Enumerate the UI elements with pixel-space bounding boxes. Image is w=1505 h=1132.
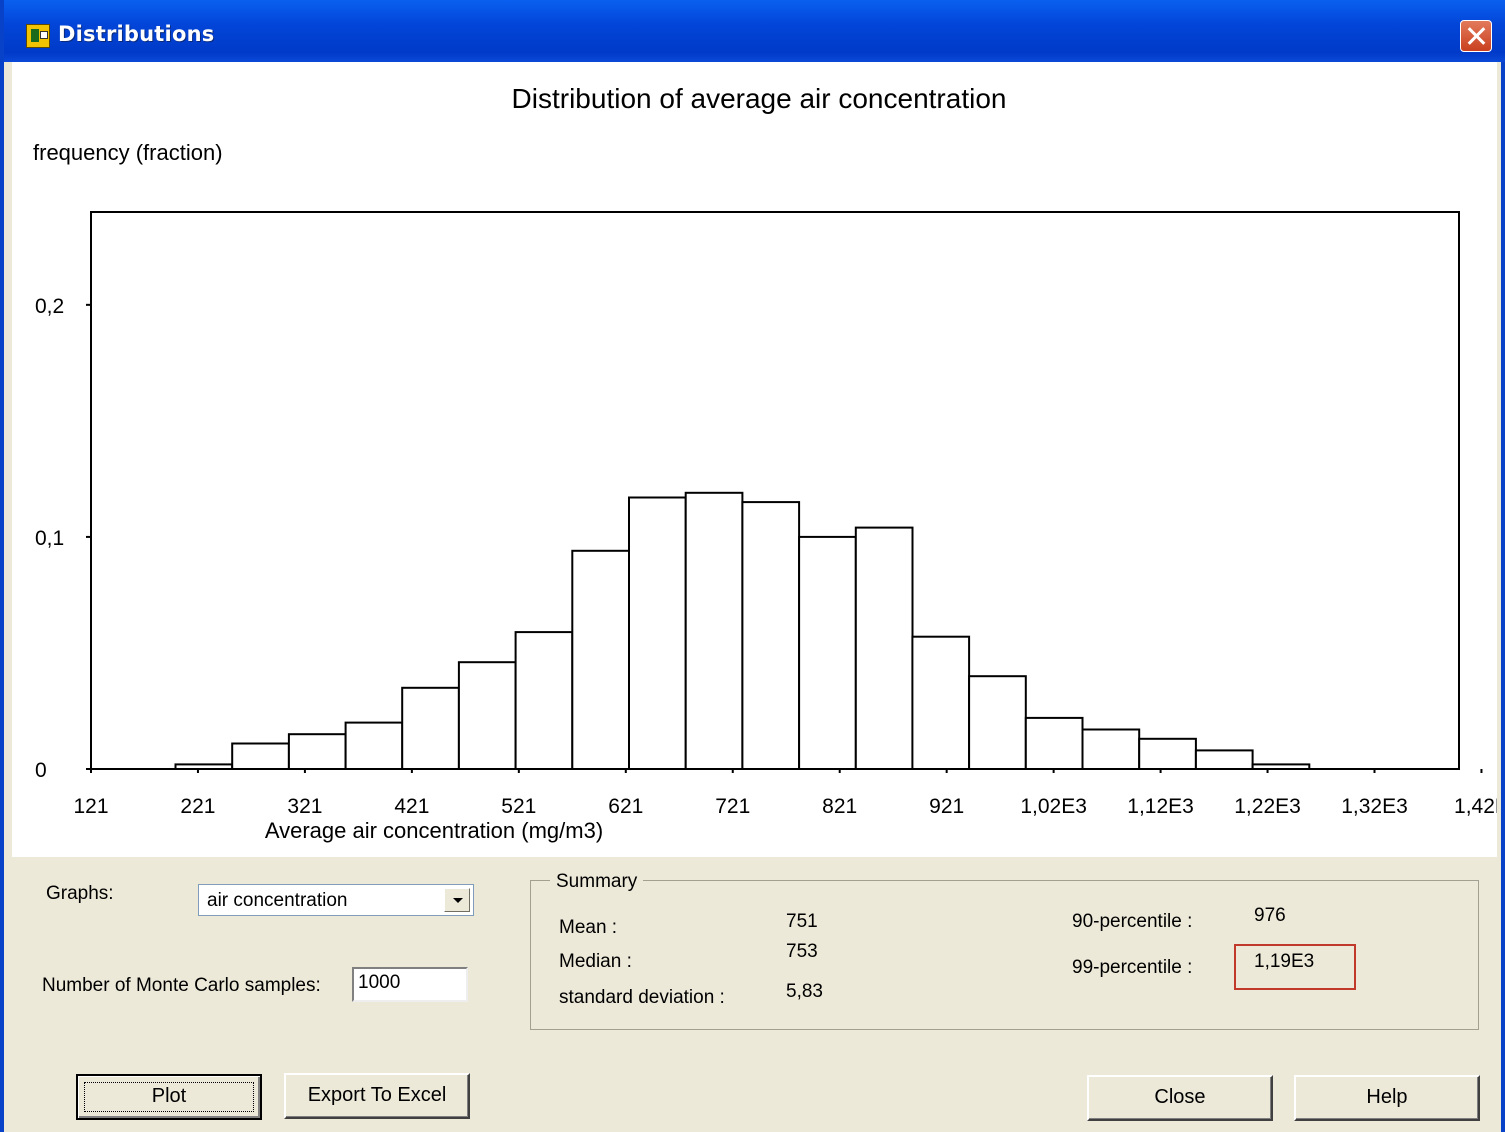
histogram-bar — [174, 763, 234, 771]
x-tick-label: 521 — [501, 795, 536, 818]
histogram-bar — [628, 496, 687, 770]
monte-carlo-label: Number of Monte Carlo samples: — [42, 975, 321, 996]
y-axis-label: frequency (fraction) — [33, 140, 223, 165]
median-value: 753 — [786, 941, 818, 962]
p99-label: 99-percentile : — [1072, 957, 1193, 978]
x-tick-label: 1,12E3 — [1127, 795, 1194, 818]
y-tick-label: 0,2 — [35, 295, 64, 318]
x-tick-label: 921 — [929, 795, 964, 818]
p99-value: 1,19E3 — [1254, 951, 1315, 972]
std-dev-label: standard deviation : — [559, 987, 725, 1008]
median-label: Median : — [559, 951, 632, 972]
histogram-chart: Distribution of average air concentratio… — [33, 83, 1497, 843]
chart-title: Distribution of average air concentratio… — [512, 83, 1007, 114]
plot-panel: Distribution of average air concentratio… — [12, 62, 1497, 857]
histogram-bar — [684, 491, 744, 770]
summary-legend: Summary — [550, 871, 644, 893]
x-tick-label: 1,22E3 — [1234, 795, 1301, 818]
x-tick-label: 1,42E — [1454, 795, 1497, 818]
x-tick-label: 821 — [822, 795, 857, 818]
histogram-bar — [231, 742, 290, 770]
histogram-bar — [1194, 749, 1254, 771]
mean-value: 751 — [786, 911, 818, 932]
x-tick-label: 321 — [287, 795, 322, 818]
histogram-bar — [1081, 728, 1141, 770]
histogram-bar — [968, 675, 1027, 771]
mean-label: Mean : — [559, 917, 618, 938]
close-window-icon[interactable] — [1460, 20, 1492, 52]
x-tick-label: 1,32E3 — [1341, 795, 1408, 818]
x-tick-label: 621 — [608, 795, 643, 818]
window-title: Distributions — [58, 22, 215, 46]
x-tick-label: 1,02E3 — [1020, 795, 1087, 818]
close-button[interactable]: Close — [1087, 1075, 1273, 1121]
dropdown-arrow-icon[interactable] — [444, 888, 470, 912]
app-icon — [26, 24, 50, 48]
x-tick-label: 221 — [180, 795, 215, 818]
histogram-bar — [401, 686, 460, 770]
histogram-bar — [344, 721, 404, 770]
monte-carlo-samples-input[interactable]: 1000 — [352, 967, 468, 1002]
histogram-bar — [798, 535, 857, 770]
std-dev-value: 5,83 — [786, 981, 823, 1002]
histogram-bar — [457, 661, 517, 771]
histogram-bar — [1024, 716, 1084, 771]
p90-label: 90-percentile : — [1072, 911, 1193, 932]
histogram-bar — [287, 733, 347, 771]
x-tick-label: 721 — [715, 795, 750, 818]
x-tick-label: 421 — [394, 795, 429, 818]
graphs-selected-value: air concentration — [207, 890, 348, 911]
title-bar[interactable]: Distributions — [4, 0, 1505, 62]
x-axis-label: Average air concentration (mg/m3) — [265, 818, 603, 843]
histogram-bar — [514, 631, 574, 770]
histogram-bar — [1138, 737, 1197, 770]
help-button[interactable]: Help — [1294, 1075, 1480, 1121]
histogram-bar — [1251, 763, 1311, 771]
graphs-label: Graphs: — [46, 883, 114, 904]
plot-button[interactable]: Plot — [76, 1074, 262, 1120]
p90-value: 976 — [1254, 905, 1286, 926]
y-tick-label: 0,1 — [35, 527, 64, 550]
y-tick-label: 0 — [35, 759, 47, 782]
graphs-select[interactable]: air concentration — [198, 884, 474, 916]
histogram-bar — [741, 501, 801, 770]
histogram-bar — [911, 635, 971, 771]
histogram-bar — [854, 526, 914, 770]
x-tick-label: 121 — [73, 795, 108, 818]
export-to-excel-button[interactable]: Export To Excel — [284, 1073, 470, 1119]
histogram-bar — [571, 549, 630, 770]
